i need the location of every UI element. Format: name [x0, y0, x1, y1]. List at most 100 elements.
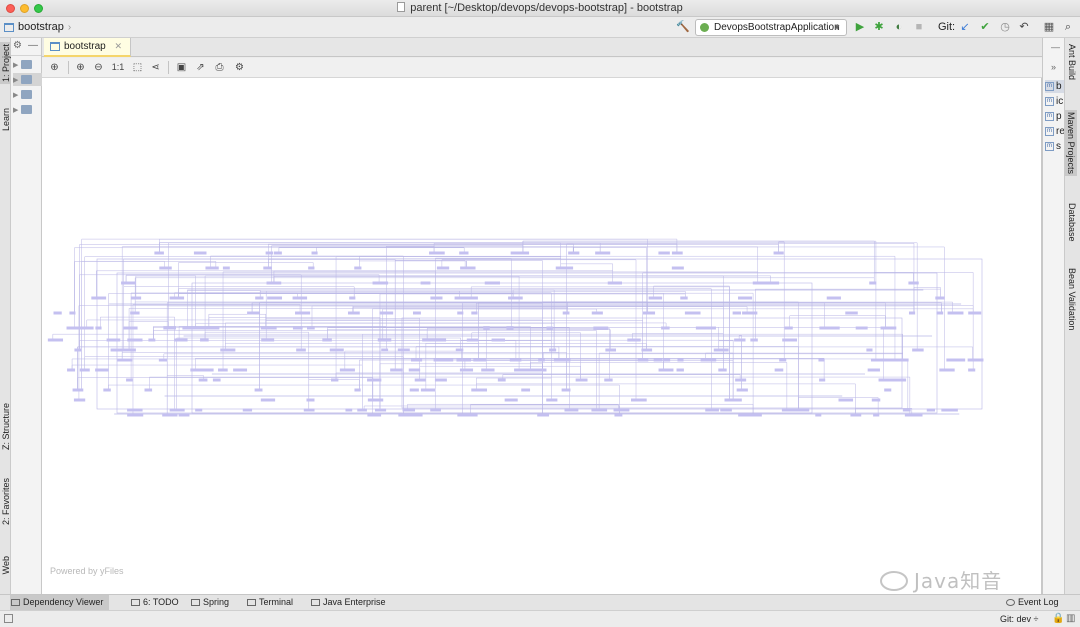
graph-node[interactable]: [169, 296, 184, 300]
graph-node[interactable]: [815, 413, 822, 417]
graph-node[interactable]: [736, 388, 748, 392]
graph-node[interactable]: [908, 311, 916, 315]
graph-node[interactable]: [658, 368, 673, 372]
graph-node[interactable]: [144, 388, 153, 392]
graph-node[interactable]: [613, 408, 625, 412]
graph-node[interactable]: [408, 368, 421, 372]
graph-node[interactable]: [91, 296, 107, 300]
graph-node[interactable]: [525, 368, 540, 372]
graph-node[interactable]: [260, 398, 276, 402]
graph-node[interactable]: [178, 413, 190, 417]
graph-node[interactable]: [73, 398, 86, 402]
settings-gear-icon[interactable]: ⚙: [13, 40, 22, 51]
graph-node[interactable]: [517, 251, 530, 255]
graph-node[interactable]: [738, 413, 749, 417]
graph-node[interactable]: [568, 251, 580, 255]
graph-node[interactable]: [897, 358, 909, 362]
actual-size-button[interactable]: 1:1: [110, 61, 126, 74]
run-icon[interactable]: ▶: [853, 20, 867, 34]
graph-node[interactable]: [563, 358, 571, 362]
graph-node[interactable]: [677, 358, 684, 362]
git-update-icon[interactable]: ↙: [958, 20, 972, 34]
graph-node[interactable]: [76, 388, 84, 392]
graph-node[interactable]: [345, 408, 353, 412]
graph-node[interactable]: [546, 326, 553, 330]
graph-node[interactable]: [311, 251, 318, 255]
graph-node[interactable]: [390, 368, 403, 372]
graph-node[interactable]: [254, 388, 263, 392]
graph-node[interactable]: [242, 408, 253, 412]
graph-node[interactable]: [381, 311, 390, 315]
graph-node[interactable]: [818, 358, 825, 362]
graph-node[interactable]: [784, 326, 793, 330]
graph-node[interactable]: [561, 388, 571, 392]
graph-node[interactable]: [884, 388, 892, 392]
graph-node[interactable]: [680, 296, 688, 300]
graph-node[interactable]: [935, 296, 945, 300]
graph-node[interactable]: [247, 311, 260, 315]
graph-node[interactable]: [404, 413, 418, 417]
graph-node[interactable]: [455, 296, 471, 300]
hide-panel-icon[interactable]: —: [1051, 42, 1060, 52]
graph-node[interactable]: [555, 266, 569, 270]
graph-node[interactable]: [124, 348, 136, 352]
graph-node[interactable]: [866, 348, 873, 352]
project-tree-row[interactable]: ▶: [13, 103, 42, 116]
graph-node[interactable]: [781, 408, 797, 412]
graph-node[interactable]: [713, 348, 729, 352]
graph-node[interactable]: [967, 358, 984, 362]
tab-structure[interactable]: Z: Structure: [1, 403, 11, 450]
git-commit-icon[interactable]: ✔: [978, 20, 992, 34]
graph-node[interactable]: [506, 326, 514, 330]
graph-node[interactable]: [434, 378, 447, 382]
graph-node[interactable]: [867, 368, 880, 372]
graph-node[interactable]: [819, 378, 826, 382]
graph-node[interactable]: [595, 251, 611, 255]
maven-project-item[interactable]: mp: [1045, 110, 1065, 123]
apply-layout-icon[interactable]: ⋖: [149, 61, 162, 74]
graph-node[interactable]: [908, 281, 919, 285]
graph-node[interactable]: [752, 281, 767, 285]
tab-dependency-viewer[interactable]: Dependency Viewer: [10, 595, 110, 610]
graph-node[interactable]: [193, 251, 207, 255]
save-icon[interactable]: ▣: [175, 61, 188, 74]
graph-node[interactable]: [878, 378, 892, 382]
graph-node[interactable]: [127, 408, 143, 412]
graph-node[interactable]: [671, 251, 683, 255]
hide-panel-icon[interactable]: —: [28, 40, 38, 51]
graph-node[interactable]: [354, 388, 361, 392]
graph-node[interactable]: [66, 326, 73, 330]
graph-node[interactable]: [774, 368, 784, 372]
graph-node[interactable]: [873, 413, 880, 417]
print-icon[interactable]: ⎙: [213, 61, 226, 74]
graph-node[interactable]: [255, 296, 264, 300]
graph-node[interactable]: [420, 281, 431, 285]
graph-node[interactable]: [456, 358, 471, 362]
toggle-tool-windows-icon[interactable]: [4, 614, 13, 623]
lock-icon[interactable]: 🔒: [1052, 613, 1064, 624]
graph-node[interactable]: [457, 311, 464, 315]
debug-icon[interactable]: ✱: [872, 20, 886, 34]
graph-node[interactable]: [103, 388, 111, 392]
graph-node[interactable]: [641, 348, 653, 352]
tab-favorites[interactable]: 2: Favorites: [1, 478, 11, 525]
graph-node[interactable]: [402, 408, 416, 412]
graph-node[interactable]: [734, 338, 746, 342]
graph-node[interactable]: [537, 368, 547, 372]
graph-node[interactable]: [220, 348, 236, 352]
graph-node[interactable]: [575, 378, 588, 382]
graph-node[interactable]: [564, 408, 579, 412]
graph-node[interactable]: [263, 266, 272, 270]
graph-node[interactable]: [521, 388, 531, 392]
graph-node[interactable]: [308, 266, 315, 270]
graph-node[interactable]: [605, 348, 617, 352]
graph-node[interactable]: [614, 413, 623, 417]
graph-node[interactable]: [130, 311, 140, 315]
graph-node[interactable]: [742, 311, 758, 315]
graph-node[interactable]: [538, 358, 545, 362]
graph-node[interactable]: [491, 338, 505, 342]
graph-node[interactable]: [130, 296, 142, 300]
graph-node[interactable]: [471, 388, 488, 392]
graph-node[interactable]: [604, 378, 613, 382]
graph-node[interactable]: [459, 368, 474, 372]
